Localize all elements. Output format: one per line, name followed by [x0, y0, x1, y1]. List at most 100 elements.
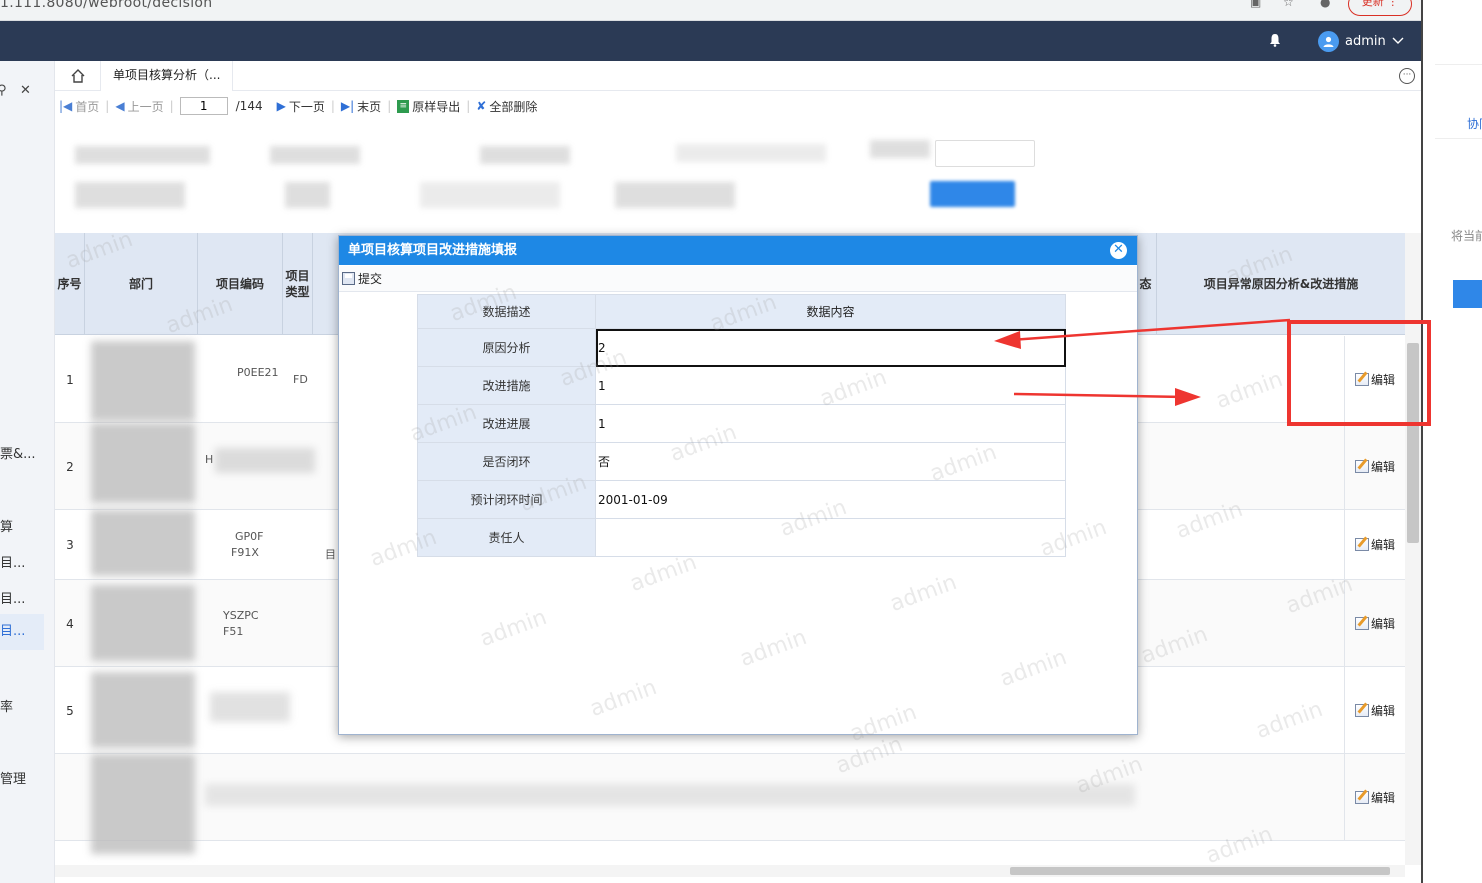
header-dept: 部门: [85, 233, 198, 335]
tab-bar: 单项目核算分析（... ···: [55, 61, 1421, 91]
top-navigation: admin: [0, 21, 1421, 61]
edit-button[interactable]: 编辑: [1344, 423, 1405, 509]
prev-page-icon: ◀: [115, 99, 125, 113]
sidebar-item-7[interactable]: 管理: [0, 768, 48, 787]
row-number: 3: [66, 538, 74, 552]
edit-label: 编辑: [1370, 538, 1395, 552]
reason-analysis-input[interactable]: 2: [595, 328, 1066, 367]
panel-divider: [1435, 138, 1482, 139]
watermark: admin: [476, 604, 551, 653]
form-header-row: 数据描述 数据内容: [417, 294, 1066, 329]
panel-link[interactable]: 协同: [1467, 115, 1482, 132]
edit-button[interactable]: 编辑: [1344, 754, 1405, 840]
tab-active[interactable]: 单项目核算分析（...: [100, 61, 234, 91]
dept-blur: [91, 672, 195, 748]
watermark: admin: [626, 549, 701, 598]
edit-icon: [1354, 538, 1369, 551]
save-icon[interactable]: [342, 272, 355, 285]
sidebar-item-1[interactable]: 票&...: [0, 443, 48, 462]
bell-icon[interactable]: [1269, 33, 1281, 47]
sidebar: ⚲ ✕ 票&... 算 目... 目... 目... 率 管理: [0, 61, 55, 883]
edit-button[interactable]: 编辑: [1344, 510, 1405, 579]
page-number-input[interactable]: [179, 97, 228, 115]
next-page-button[interactable]: ▶ 下一页: [277, 98, 325, 115]
header-status: 态: [1135, 233, 1157, 335]
watermark: admin: [996, 644, 1071, 693]
edit-button[interactable]: 编辑: [1344, 667, 1405, 753]
row-number: 5: [66, 704, 74, 718]
report-toolbar: |◀首页 | ◀上一页 | /144 ▶下一页 | ▶|末页 | ≡原样导出 |…: [55, 92, 1421, 120]
dept-blur: [91, 341, 195, 421]
dept-blur: [91, 423, 195, 503]
filter-input[interactable]: [935, 140, 1035, 167]
sidebar-item-6[interactable]: 率: [0, 696, 48, 715]
dept-blur: [91, 585, 195, 661]
more-icon[interactable]: ···: [1399, 68, 1415, 84]
first-page-button[interactable]: |◀ 首页: [59, 98, 99, 115]
prev-page-button[interactable]: ◀ 上一页: [115, 98, 163, 115]
edit-label: 编辑: [1370, 459, 1395, 474]
header-code: 项目编码: [198, 233, 283, 335]
filter-blur: [420, 182, 560, 208]
row-number: 2: [66, 460, 74, 474]
edit-button[interactable]: 编辑: [1344, 580, 1405, 666]
filter-blur: [676, 144, 826, 162]
header-seq: 序号: [55, 233, 85, 335]
edit-label: 编辑: [1370, 616, 1395, 631]
cell-code: GP0F: [235, 530, 264, 543]
horizontal-scrollbar[interactable]: [55, 865, 1405, 877]
home-icon[interactable]: [69, 67, 87, 85]
cell-type: FD: [293, 373, 308, 386]
profile-icon[interactable]: ●: [1320, 0, 1334, 9]
edit-icon: [1354, 790, 1369, 804]
filter-blur: [480, 146, 570, 164]
modal-title: 单项目核算项目改进措施填报: [339, 236, 1137, 265]
query-button[interactable]: [930, 181, 1015, 207]
form-row: 预计闭环时间 2001-01-09: [417, 480, 1066, 519]
form-row: 责任人: [417, 518, 1066, 557]
last-page-label: 末页: [357, 99, 382, 114]
browser-update-button[interactable]: 更新 ⋮: [1348, 0, 1412, 16]
first-page-label: 首页: [75, 99, 100, 114]
user-menu[interactable]: admin: [1318, 30, 1404, 52]
dept-blur: [91, 510, 195, 576]
panel-button[interactable]: [1453, 280, 1482, 308]
form-row: 改进措施 1: [417, 366, 1066, 405]
field-label: 预计闭环时间: [417, 480, 596, 519]
col-desc-header: 数据描述: [417, 294, 596, 329]
export-label: 原样导出: [412, 99, 461, 114]
sidebar-item-3[interactable]: 目...: [0, 552, 48, 571]
panel-divider: [1435, 64, 1482, 65]
improvement-measure-input[interactable]: 1: [595, 366, 1066, 405]
row-number: 4: [66, 617, 74, 631]
horizontal-scroll-thumb[interactable]: [1010, 867, 1390, 875]
translate-icon[interactable]: ▣: [1250, 0, 1264, 9]
address-bar-url[interactable]: 1.111.8080/webroot/decision: [0, 0, 212, 11]
delete-all-label: 全部删除: [489, 99, 538, 114]
watermark: admin: [586, 674, 661, 723]
header-type: 项目类型: [283, 233, 313, 335]
improvement-progress-input[interactable]: 1: [595, 404, 1066, 443]
first-page-icon: |◀: [59, 99, 73, 113]
edit-icon: [1354, 616, 1369, 630]
star-icon[interactable]: ☆: [1283, 0, 1297, 9]
submit-button[interactable]: 提交: [358, 270, 382, 287]
expected-close-date-input[interactable]: 2001-01-09: [595, 480, 1066, 519]
close-icon[interactable]: ✕: [1110, 242, 1127, 259]
watermark: admin: [736, 624, 811, 673]
delete-all-button[interactable]: ✘ 全部删除: [476, 98, 537, 115]
form-row: 原因分析 2: [417, 328, 1066, 367]
closed-loop-select[interactable]: 否: [595, 442, 1066, 481]
cell-code-2: F51: [223, 625, 244, 638]
responsible-person-input[interactable]: [595, 518, 1066, 557]
sidebar-item-5[interactable]: 目...: [0, 614, 44, 650]
export-button[interactable]: ≡ 原样导出: [397, 98, 460, 115]
search-icon[interactable]: ⚲: [0, 83, 7, 98]
panel-text: 将当前: [1451, 229, 1482, 243]
edit-icon: [1354, 459, 1369, 473]
last-page-button[interactable]: ▶| 末页: [341, 98, 381, 115]
edit-label: 编辑: [1370, 703, 1395, 718]
sidebar-item-2[interactable]: 算: [0, 516, 48, 535]
pin-icon[interactable]: ✕: [20, 83, 31, 98]
sidebar-item-4[interactable]: 目...: [0, 588, 48, 607]
